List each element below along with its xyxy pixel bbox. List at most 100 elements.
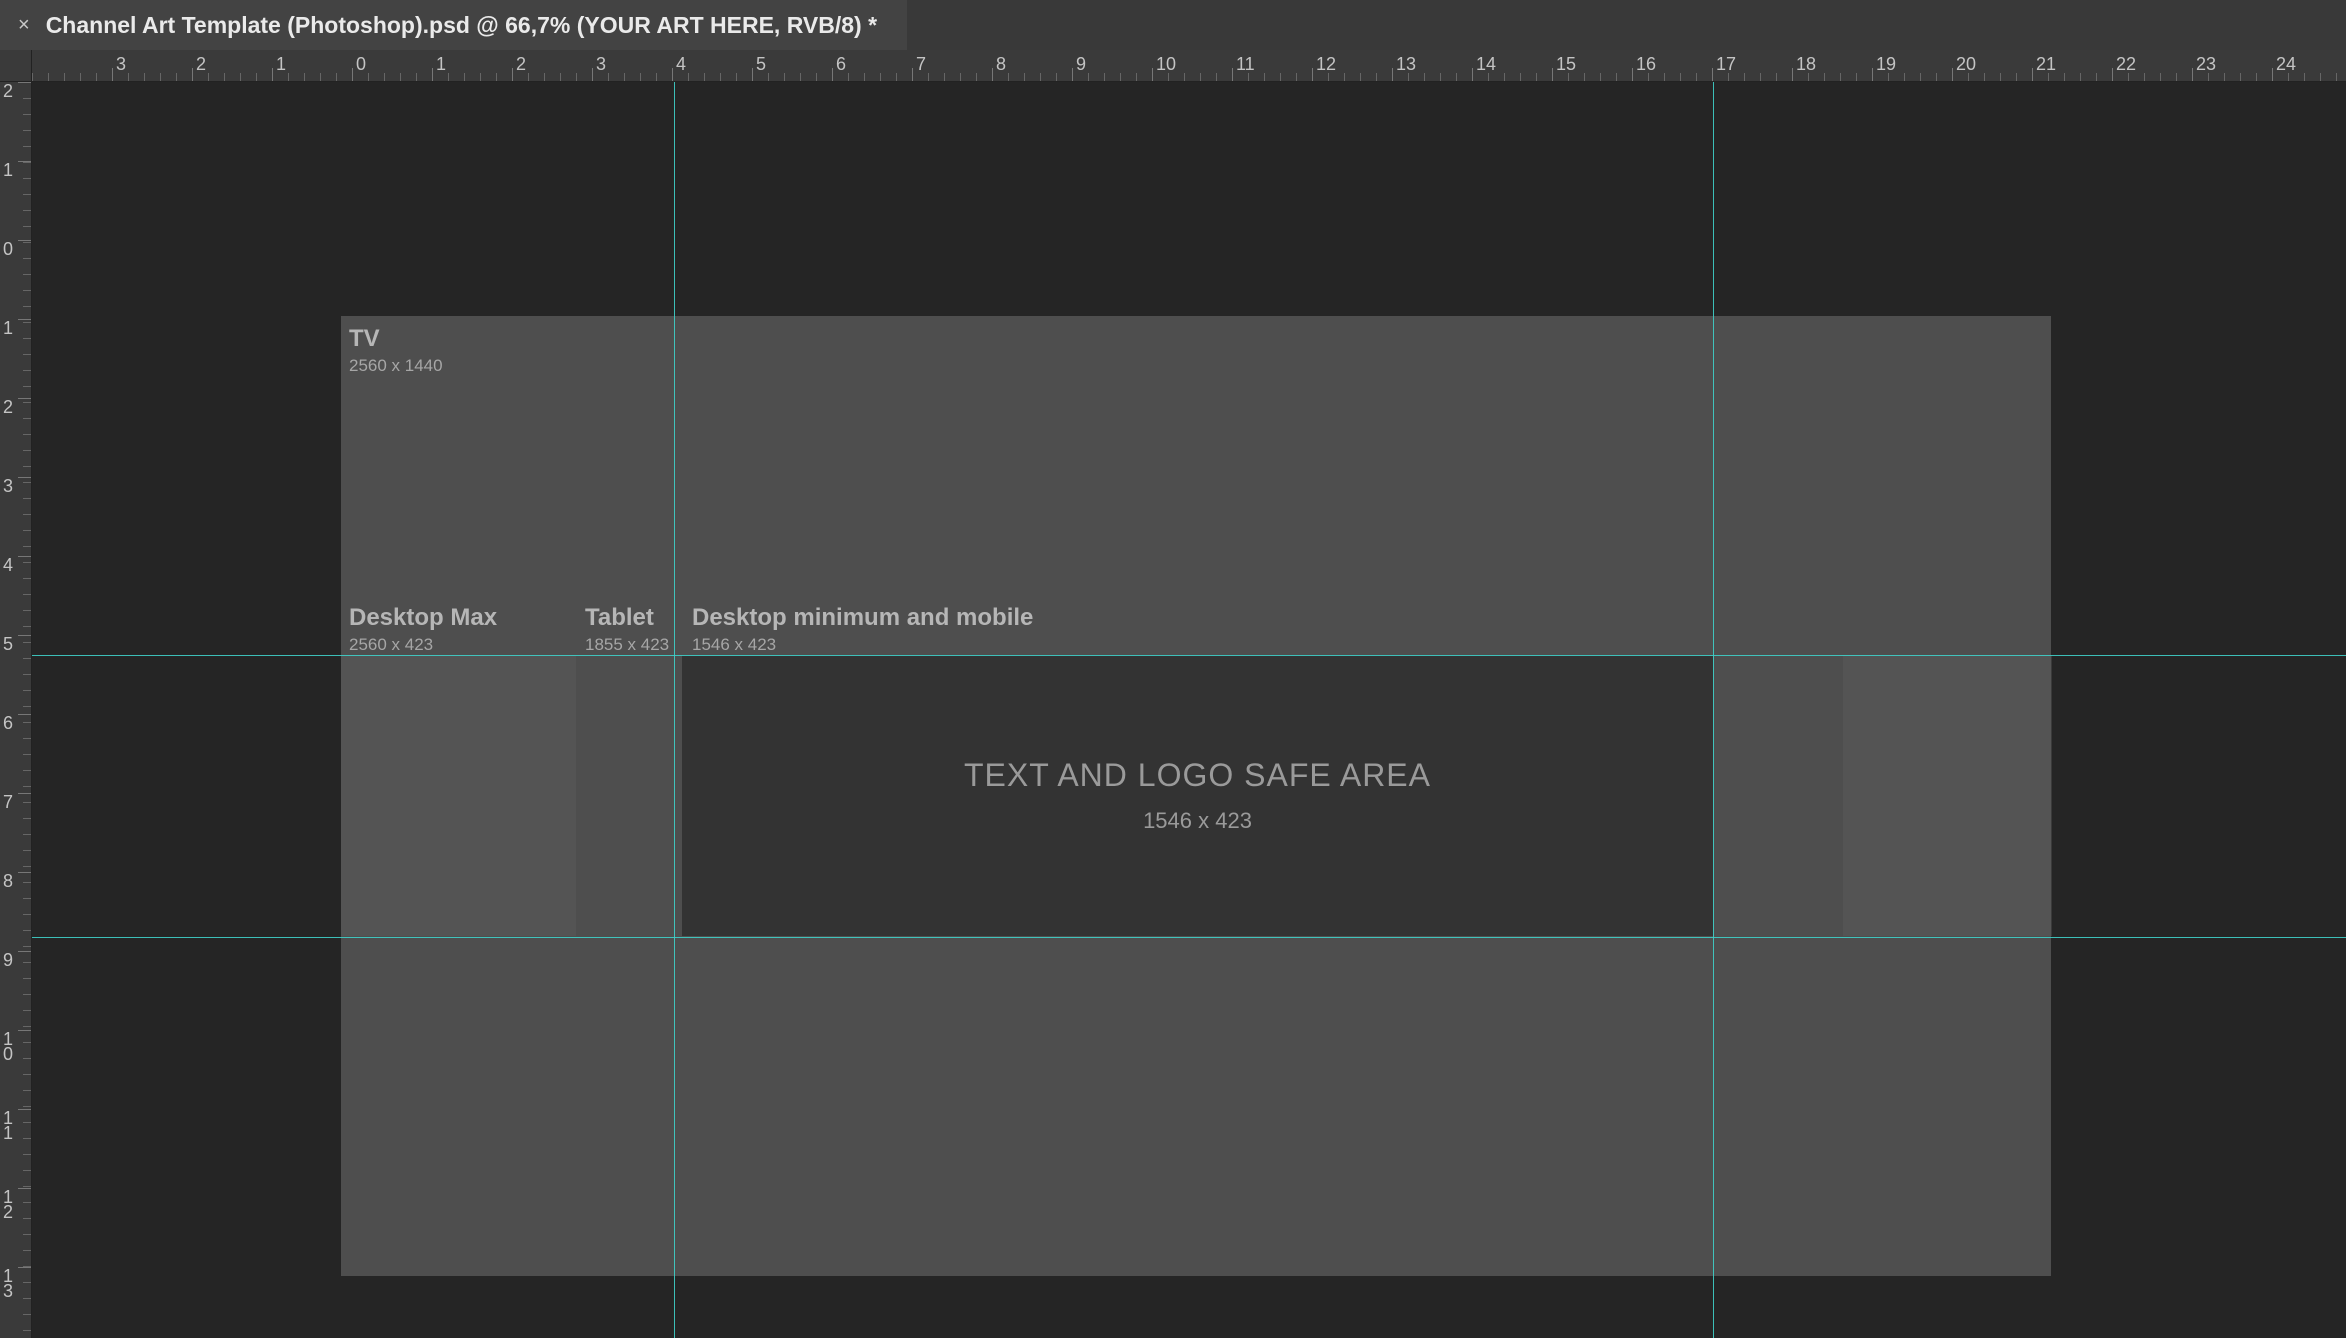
ruler-v-tick-label: 5 (3, 637, 17, 652)
label-tv-name: TV (349, 325, 443, 353)
safe-area-title: TEXT AND LOGO SAFE AREA (964, 757, 1431, 794)
ruler-h-tick-label: 11 (1236, 54, 1255, 75)
ruler-h-tick-label: 6 (836, 54, 846, 75)
ruler-h-tick: 20 (1952, 50, 2032, 82)
ruler-h-tick: 2 (512, 50, 592, 82)
ruler-h-tick: 4 (672, 50, 752, 82)
ruler-h-tick: 12 (1312, 50, 1392, 82)
ruler-h-tick-label: 5 (756, 54, 766, 75)
document-tab[interactable]: × Channel Art Template (Photoshop).psd @… (0, 0, 907, 50)
ruler-h-tick-label: 1 (436, 54, 446, 75)
ruler-v-tick-label: 1 (3, 321, 17, 336)
ruler-origin-corner[interactable] (0, 50, 32, 82)
ruler-h-tick-label: 3 (116, 54, 126, 75)
label-mobile-dim: 1546 x 423 (692, 635, 1033, 655)
ruler-v-tick: 1 (0, 319, 32, 398)
label-mobile: Desktop minimum and mobile 1546 x 423 (692, 604, 1033, 655)
ruler-h-tick: 18 (1792, 50, 1872, 82)
ruler-v-tick-label: 8 (3, 874, 17, 889)
ruler-v-tick-label: 1 1 (3, 1111, 17, 1142)
ruler-h-tick: 1 (272, 50, 352, 82)
ruler-h-tick-label: 16 (1636, 54, 1656, 75)
ruler-h-tick: 19 (1872, 50, 1952, 82)
ruler-h-tick-label: 4 (676, 54, 686, 75)
ruler-v-tick: 9 (0, 951, 32, 1030)
ruler-h-tick: 6 (832, 50, 912, 82)
ruler-h-tick: 1 (432, 50, 512, 82)
ruler-v-tick: 7 (0, 793, 32, 872)
ruler-h-tick-label: 19 (1876, 54, 1896, 75)
ruler-h-tick: 13 (1392, 50, 1472, 82)
ruler-v-tick: 1 0 (0, 1030, 32, 1109)
ruler-v-tick-label: 7 (3, 795, 17, 810)
ruler-v-tick: 1 2 (0, 1188, 32, 1267)
zone-tablet-right (1713, 655, 1843, 936)
ruler-v-tick: 4 (0, 556, 32, 635)
safe-area-dim: 1546 x 423 (1143, 808, 1252, 834)
ruler-h-tick: 0 (352, 50, 432, 82)
label-tablet-name: Tablet (585, 604, 669, 632)
ruler-h-tick: 15 (1552, 50, 1632, 82)
ruler-v-tick-label: 9 (3, 953, 17, 968)
ruler-v-tick-label: 1 (3, 163, 17, 178)
ruler-h-tick-label: 3 (596, 54, 606, 75)
ruler-v-tick: 1 (0, 161, 32, 240)
ruler-h-tick: 10 (1152, 50, 1232, 82)
ruler-v-tick: 3 (0, 477, 32, 556)
ruler-h-tick-label: 21 (2036, 54, 2056, 75)
label-tv-dim: 2560 x 1440 (349, 356, 443, 376)
ruler-v-tick: 8 (0, 872, 32, 951)
workspace: 3210123456789101112131415161718192021222… (0, 50, 2346, 1338)
label-desktop-max-name: Desktop Max (349, 604, 497, 632)
ruler-h-tick-label: 12 (1316, 54, 1336, 75)
label-desktop-max-dim: 2560 x 423 (349, 635, 497, 655)
ruler-h-tick-label: 22 (2116, 54, 2136, 75)
label-mobile-name: Desktop minimum and mobile (692, 604, 1033, 632)
ruler-v-tick-label: 0 (3, 242, 17, 257)
ruler-v-tick-label: 6 (3, 716, 17, 731)
ruler-h-tick: 11 (1232, 50, 1312, 82)
ruler-v-tick: 0 (0, 240, 32, 319)
ruler-h-tick-label: 13 (1396, 54, 1416, 75)
ruler-v-tick: 5 (0, 635, 32, 714)
ruler-horizontal[interactable]: 3210123456789101112131415161718192021222… (32, 50, 2346, 82)
ruler-v-tick: 6 (0, 714, 32, 793)
canvas[interactable]: TEXT AND LOGO SAFE AREA 1546 x 423 TV 25… (32, 82, 2346, 1338)
ruler-h-tick-label: 24 (2276, 54, 2296, 75)
ruler-h-tick: 22 (2112, 50, 2192, 82)
ruler-h-tick: 21 (2032, 50, 2112, 82)
zone-safe-area: TEXT AND LOGO SAFE AREA 1546 x 423 (682, 655, 1713, 936)
ruler-vertical[interactable]: 2101234567891 01 11 21 3 (0, 82, 32, 1338)
ruler-h-tick-label: 0 (356, 54, 366, 75)
ruler-h-tick: 7 (912, 50, 992, 82)
ruler-h-tick-label: 23 (2196, 54, 2216, 75)
ruler-h-tick-label: 15 (1556, 54, 1576, 75)
ruler-h-tick: 3 (112, 50, 192, 82)
ruler-v-tick: 1 3 (0, 1267, 32, 1338)
ruler-h-tick-label: 9 (1076, 54, 1086, 75)
ruler-v-tick-label: 1 0 (3, 1032, 17, 1063)
document-tab-title: Channel Art Template (Photoshop).psd @ 6… (46, 12, 877, 39)
ruler-h-tick: 5 (752, 50, 832, 82)
ruler-h-tick-label: 18 (1796, 54, 1816, 75)
ruler-h-tick-label: 14 (1476, 54, 1496, 75)
zone-tablet-left (576, 655, 682, 936)
ruler-h-tick: 24 (2272, 50, 2346, 82)
ruler-h-tick: 14 (1472, 50, 1552, 82)
ruler-h-tick-label: 10 (1156, 54, 1176, 75)
close-icon[interactable]: × (18, 14, 30, 37)
zone-desktop-max-right (1843, 655, 2052, 936)
ruler-h-tick-label: 1 (276, 54, 286, 75)
ruler-v-tick: 2 (0, 398, 32, 477)
ruler-h-tick-label: 2 (516, 54, 526, 75)
ruler-h-tick: 3 (592, 50, 672, 82)
label-desktop-max: Desktop Max 2560 x 423 (349, 604, 497, 655)
ruler-v-tick: 1 1 (0, 1109, 32, 1188)
label-tablet: Tablet 1855 x 423 (585, 604, 669, 655)
ruler-h-tick: 16 (1632, 50, 1712, 82)
label-tablet-dim: 1855 x 423 (585, 635, 669, 655)
label-tv: TV 2560 x 1440 (349, 325, 443, 376)
ruler-v-tick-label: 2 (3, 84, 17, 99)
ruler-v-tick-label: 1 3 (3, 1269, 17, 1300)
ruler-v-tick-label: 3 (3, 479, 17, 494)
